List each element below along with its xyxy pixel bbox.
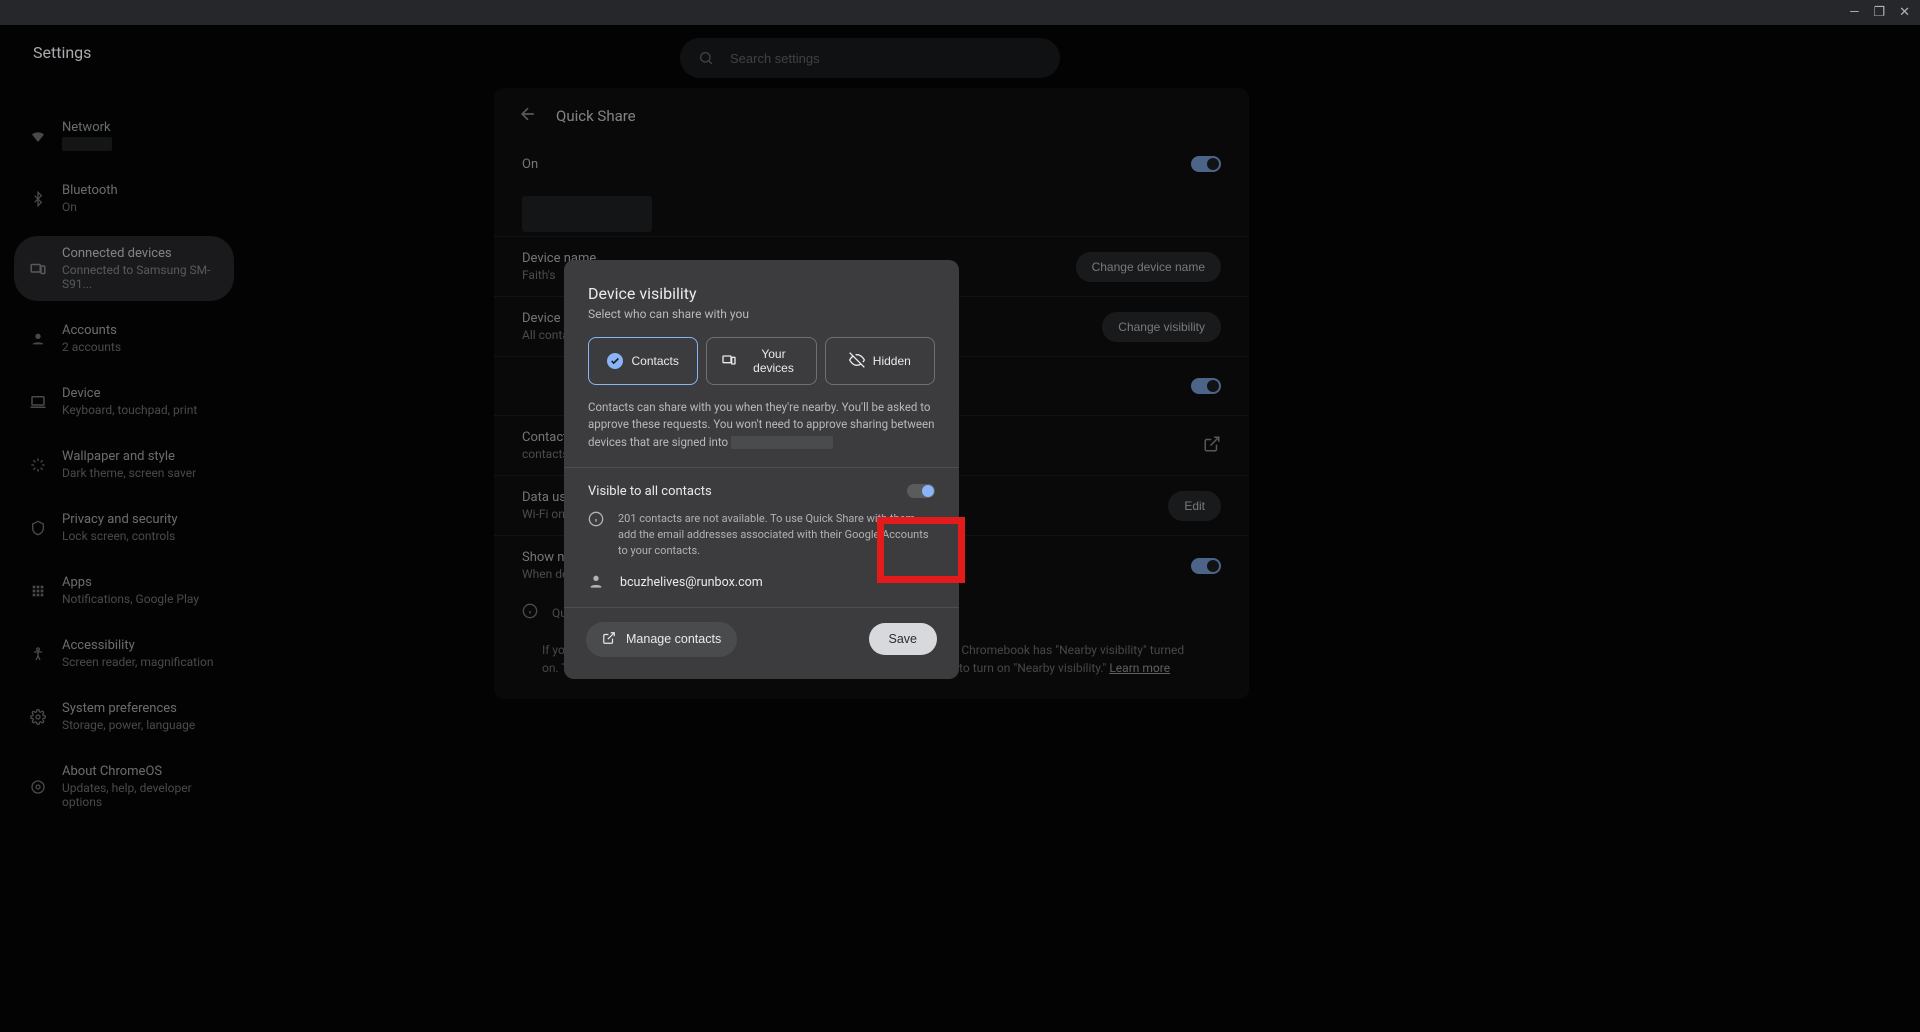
devices-icon — [721, 352, 737, 371]
sidebar-item-sub: Notifications, Google Play — [62, 592, 199, 606]
window-titlebar: — ❐ ✕ — [0, 0, 1920, 25]
sidebar-item-sub: 2 accounts — [62, 340, 121, 354]
external-link-icon — [602, 631, 616, 648]
wifi-icon — [28, 126, 48, 146]
close-icon[interactable]: ✕ — [1899, 6, 1910, 19]
visible-all-label: Visible to all contacts — [588, 484, 712, 499]
manage-contacts-label: Manage contacts — [626, 632, 721, 646]
sidebar-item-sub: Screen reader, magnification — [62, 655, 213, 669]
chrome-icon — [28, 777, 48, 797]
sidebar-item-wallpaper[interactable]: Wallpaper and style Dark theme, screen s… — [14, 439, 234, 490]
sidebar-item-system[interactable]: System preferences Storage, power, langu… — [14, 691, 234, 742]
sidebar-item-label: Bluetooth — [62, 183, 118, 198]
dialog-subtitle: Select who can share with you — [564, 303, 959, 337]
info-icon — [522, 603, 538, 623]
shield-icon — [28, 518, 48, 538]
option-your-devices[interactable]: Your devices — [706, 337, 816, 385]
sidebar-item-sub: Storage, power, language — [62, 718, 195, 732]
redacted-illustration — [522, 196, 652, 232]
sidebar-item-privacy[interactable]: Privacy and security Lock screen, contro… — [14, 502, 234, 553]
save-button[interactable]: Save — [869, 623, 938, 655]
bluetooth-icon — [28, 189, 48, 209]
sidebar-item-network[interactable]: Network — [14, 110, 234, 161]
gear-icon — [28, 707, 48, 727]
laptop-icon — [28, 392, 48, 412]
notification-toggle[interactable] — [1191, 558, 1221, 574]
check-icon — [607, 353, 623, 369]
minimize-icon[interactable]: — — [1849, 6, 1859, 19]
sidebar-item-apps[interactable]: Apps Notifications, Google Play — [14, 565, 234, 616]
back-arrow-icon[interactable] — [518, 104, 538, 128]
sidebar-item-sub: Dark theme, screen saver — [62, 466, 196, 480]
quick-share-toggle[interactable] — [1191, 156, 1221, 172]
sidebar-item-about[interactable]: About ChromeOS Updates, help, developer … — [14, 754, 234, 819]
sidebar-item-label: About ChromeOS — [62, 764, 220, 779]
sidebar-item-sub: Connected to Samsung SM-S91... — [62, 263, 220, 291]
dialog-help-text: Contacts can share with you when they're… — [564, 385, 959, 461]
sidebar-item-sub — [62, 137, 112, 151]
on-label: On — [522, 157, 538, 172]
page-title: Quick Share — [556, 107, 636, 125]
sidebar-item-accessibility[interactable]: Accessibility Screen reader, magnificati… — [14, 628, 234, 679]
learn-more-link[interactable]: Learn more — [1109, 661, 1170, 675]
sidebar-item-sub: Keyboard, touchpad, print — [62, 403, 197, 417]
option-devices-label: Your devices — [745, 347, 801, 375]
sidebar-item-sub: Lock screen, controls — [62, 529, 178, 543]
sidebar-item-label: Apps — [62, 575, 199, 590]
change-visibility-button[interactable]: Change visibility — [1102, 312, 1221, 342]
maximize-icon[interactable]: ❐ — [1873, 6, 1885, 19]
sidebar-item-label: Wallpaper and style — [62, 449, 196, 464]
change-device-name-button[interactable]: Change device name — [1076, 252, 1221, 282]
sidebar-item-label: Privacy and security — [62, 512, 178, 527]
account-icon — [28, 329, 48, 349]
sidebar-item-label: Device — [62, 386, 197, 401]
sidebar-item-label: Connected devices — [62, 246, 220, 261]
search-icon — [698, 50, 714, 66]
option-contacts-label: Contacts — [631, 354, 678, 368]
sidebar-item-label: Accounts — [62, 323, 121, 338]
sidebar-item-label: System preferences — [62, 701, 195, 716]
sidebar-item-label: Accessibility — [62, 638, 213, 653]
visible-all-toggle[interactable] — [907, 484, 935, 498]
sidebar-item-connected-devices[interactable]: Connected devices Connected to Samsung S… — [14, 236, 234, 301]
contacts-warning: 201 contacts are not available. To use Q… — [618, 511, 935, 559]
accessibility-icon — [28, 644, 48, 664]
device-visibility-dialog: Device visibility Select who can share w… — [564, 260, 959, 679]
hidden-icon — [849, 352, 865, 371]
sidebar-item-bluetooth[interactable]: Bluetooth On — [14, 173, 234, 224]
dialog-title: Device visibility — [564, 284, 959, 303]
edit-data-button[interactable]: Edit — [1168, 491, 1221, 521]
app-title: Settings — [33, 43, 91, 62]
option-hidden-label: Hidden — [873, 354, 911, 368]
sidebar-item-label: Network — [62, 120, 112, 135]
option-contacts[interactable]: Contacts — [588, 337, 698, 385]
contact-email: bcuzhelives@runbox.com — [620, 575, 763, 590]
option-hidden[interactable]: Hidden — [825, 337, 935, 385]
person-icon — [588, 573, 604, 593]
devices-icon — [28, 259, 48, 279]
apps-icon — [28, 581, 48, 601]
search-input[interactable] — [730, 51, 1042, 66]
sidebar-item-sub: On — [62, 200, 118, 214]
external-link-icon[interactable] — [1203, 435, 1221, 457]
search-bar[interactable] — [680, 38, 1060, 78]
manage-contacts-button[interactable]: Manage contacts — [586, 622, 737, 657]
wallpaper-icon — [28, 455, 48, 475]
sidebar-item-device[interactable]: Device Keyboard, touchpad, print — [14, 376, 234, 427]
sidebar-item-sub: Updates, help, developer options — [62, 781, 220, 809]
your-devices-toggle[interactable] — [1191, 378, 1221, 394]
sidebar-item-accounts[interactable]: Accounts 2 accounts — [14, 313, 234, 364]
sidebar: Network Bluetooth On Connected devices C… — [14, 110, 234, 831]
info-icon — [588, 511, 604, 531]
